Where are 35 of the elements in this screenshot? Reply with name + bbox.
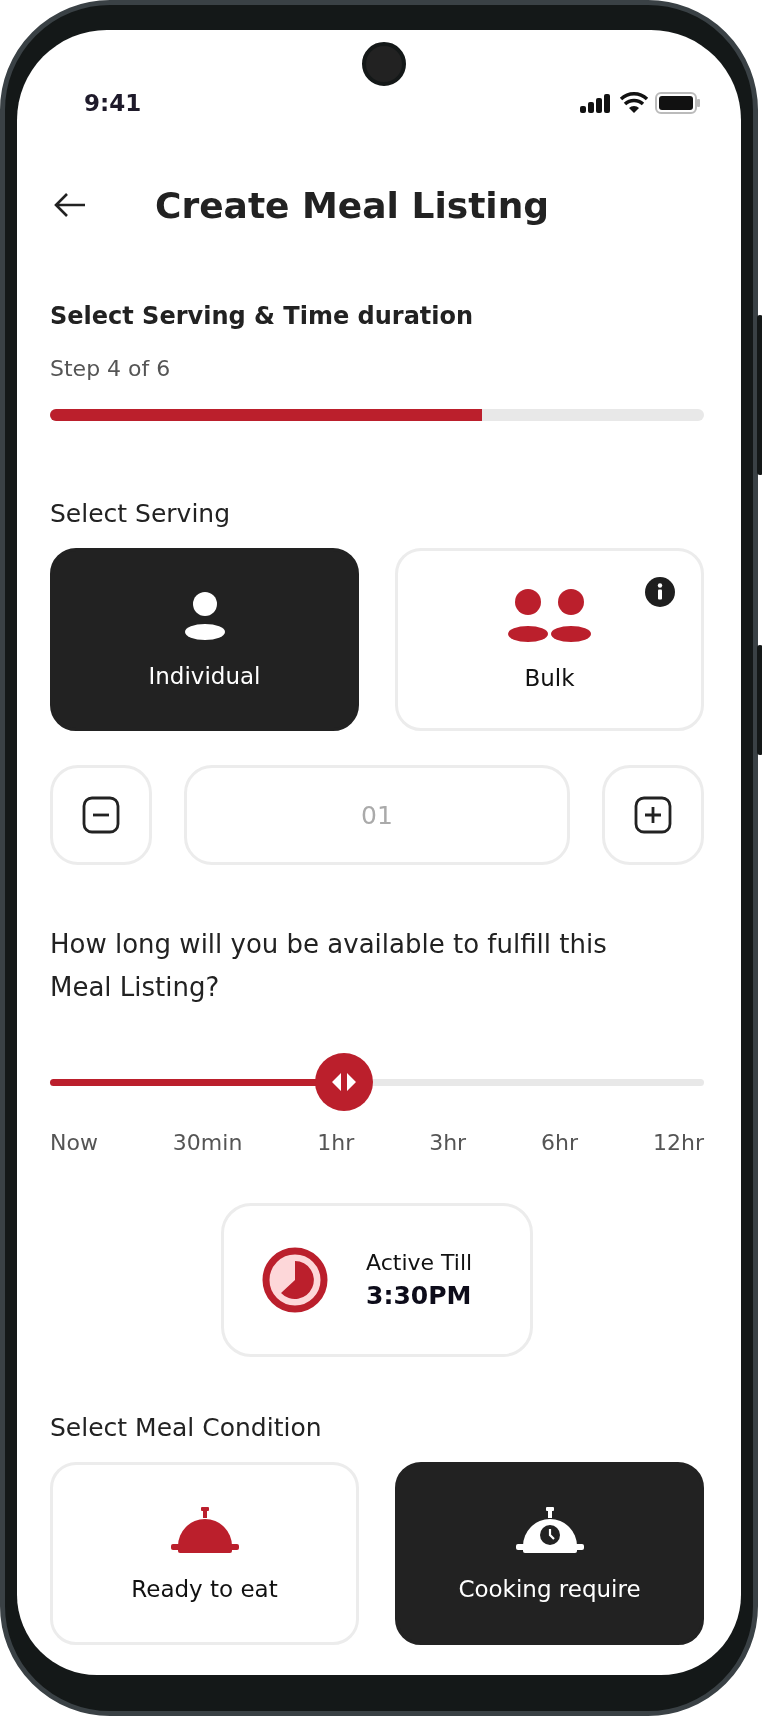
info-icon[interactable] <box>645 577 675 607</box>
person-icon <box>182 590 227 641</box>
section-title: Select Serving & Time duration <box>50 302 475 330</box>
slider-handle[interactable] <box>315 1053 374 1111</box>
battery-icon <box>655 92 701 114</box>
slider-tick-label: 1hr <box>317 1130 355 1155</box>
active-till-label: Active Till <box>366 1250 473 1275</box>
increment-button[interactable] <box>602 765 704 865</box>
serving-option[interactable]: Individual <box>50 548 359 731</box>
decrement-button[interactable] <box>50 765 152 865</box>
slider-tick-label: 3hr <box>429 1130 467 1155</box>
slider-tick-label: 12hr <box>653 1130 704 1155</box>
section-label: Select Serving <box>50 499 232 528</box>
step-label: Step 4 of 6 <box>50 356 172 381</box>
camera-icon <box>362 42 406 86</box>
cloche-icon <box>169 1505 240 1554</box>
slider-tick-label: 30min <box>172 1130 243 1155</box>
back-arrow-icon[interactable] <box>53 192 87 218</box>
cloche-clock-icon <box>514 1505 585 1554</box>
slider-tick-label: Now <box>50 1130 98 1155</box>
timer-icon <box>262 1247 328 1313</box>
signal-icon <box>579 93 613 113</box>
wifi-icon <box>619 92 649 114</box>
plus-icon <box>634 796 672 834</box>
serving-option[interactable]: Bulk <box>395 548 704 731</box>
meal-condition-option[interactable]: Cooking require <box>395 1462 704 1645</box>
meal-condition-option[interactable]: Ready to eat <box>50 1462 359 1645</box>
slider-tick-label: 6hr <box>541 1130 579 1155</box>
minus-icon <box>82 796 120 834</box>
people-icon <box>506 588 593 643</box>
question-text: How long will you be available to fulfill this Meal Listing? <box>50 928 608 1004</box>
active-till-time: 3:30PM <box>366 1281 473 1310</box>
page-title: Create Meal Listing <box>155 184 550 226</box>
status-time: 9:41 <box>84 90 142 116</box>
section-label: Select Meal Condition <box>50 1413 323 1442</box>
